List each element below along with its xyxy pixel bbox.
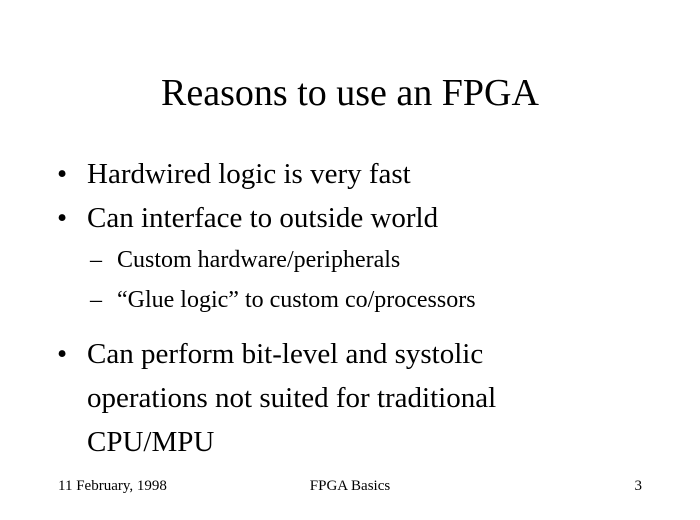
sub-bullet-text: “Glue logic” to custom co/processors: [117, 287, 476, 313]
sub-bullet-item: – Custom hardware/peripherals: [57, 240, 677, 280]
bullet-text-line: operations not suited for traditional: [87, 382, 497, 414]
sub-bullet-marker: –: [90, 247, 102, 273]
sub-bullet-item: – “Glue logic” to custom co/processors: [57, 280, 677, 320]
sub-bullet-marker: –: [90, 287, 102, 313]
bullet-list: • Hardwired logic is very fast • Can int…: [57, 152, 677, 464]
bullet-marker: •: [57, 158, 68, 190]
bullet-text-line: Can perform bit-level and systolic: [87, 338, 484, 370]
bullet-item: • Can interface to outside world: [57, 196, 677, 240]
bullet-item: • Can perform bit-level and systolic ope…: [57, 332, 677, 464]
sub-bullet-list: – Custom hardware/peripherals – “Glue lo…: [57, 240, 677, 320]
page-number: 3: [634, 478, 643, 494]
slide-title: Reasons to use an FPGA: [161, 72, 539, 114]
bullet-marker: •: [57, 338, 68, 370]
bullet-text-line: CPU/MPU: [87, 426, 215, 458]
bullet-text: Hardwired logic is very fast: [87, 158, 411, 190]
bullet-item: • Hardwired logic is very fast: [57, 152, 677, 196]
slide: Reasons to use an FPGA • Hardwired logic…: [0, 0, 700, 520]
footer-topic: FPGA Basics: [309, 478, 391, 494]
sub-bullet-text: Custom hardware/peripherals: [117, 247, 401, 273]
bullet-text: Can interface to outside world: [87, 202, 439, 234]
bullet-marker: •: [57, 202, 68, 234]
